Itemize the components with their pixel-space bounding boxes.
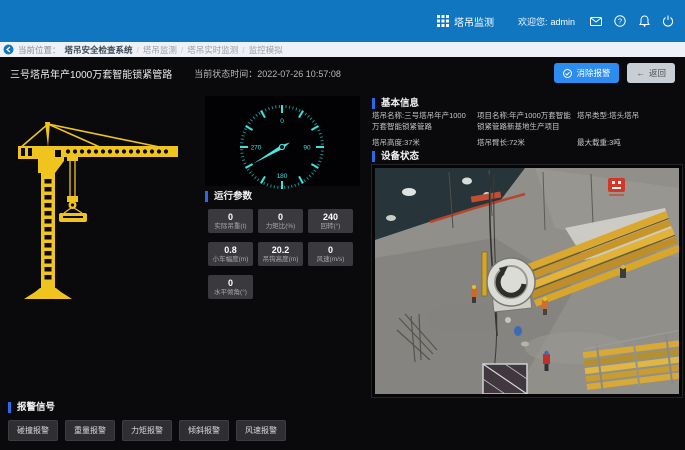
status-time-label: 当前状态时间：: [194, 69, 257, 79]
params-header-label: 运行参数: [214, 191, 252, 202]
info-label: 塔吊臂长:: [477, 138, 509, 147]
welcome-text: 欢迎您:admin: [518, 15, 575, 28]
param-label: 风速(m/s): [317, 256, 345, 263]
device-status-header-label: 设备状态: [381, 151, 419, 162]
info-value: 37米: [404, 138, 420, 147]
alarms-header-label: 报警信号: [17, 402, 55, 413]
wind-alarm-button[interactable]: 风速报警: [236, 420, 286, 441]
alarm-buttons-row: 碰撞报警 重量报警 力矩报警 倾斜报警 风速报警: [8, 420, 286, 441]
params-header: 运行参数: [205, 191, 252, 202]
back-button[interactable]: ← 返回: [627, 63, 675, 83]
info-crane-name: 塔吊名称:三号塔吊年产1000万套智能锁紧管路: [372, 110, 472, 133]
bell-icon[interactable]: [637, 14, 651, 28]
weight-alarm-button[interactable]: 重量报警: [65, 420, 115, 441]
app-brand[interactable]: 塔吊监测: [437, 14, 494, 29]
crane-illustration: [4, 95, 200, 325]
breadcrumb-separator: /: [181, 45, 183, 55]
param-value: 0.8: [224, 246, 237, 255]
info-jib-length: 塔吊臂长:72米: [477, 137, 525, 148]
spreader-bar: [482, 252, 487, 296]
brand-label: 塔吊监测: [454, 14, 494, 29]
welcome-label: 欢迎您:: [518, 17, 548, 27]
compass-label-270: 270: [251, 145, 262, 152]
param-label: 吊钩高度(m): [263, 256, 299, 263]
back-label: 返回: [649, 67, 666, 79]
param-hook-height: 20.2吊钩高度(m): [258, 242, 303, 266]
tilt-alarm-button[interactable]: 倾斜报警: [179, 420, 229, 441]
rotation-compass: 0 90 180 270: [205, 96, 360, 186]
grid-icon: [437, 15, 449, 27]
param-rotation: 240回转(°): [308, 209, 353, 233]
top-navbar: 塔吊监测 欢迎您:admin ?: [0, 0, 685, 42]
mail-icon[interactable]: [589, 14, 603, 28]
info-crane-type: 塔吊类型:塔头塔吊: [577, 110, 682, 121]
back-arrow-icon: ←: [636, 68, 645, 78]
param-value: 0: [228, 213, 233, 222]
breadcrumb: 当前位置： 塔吊安全检查系统 / 塔吊监测 / 塔吊实时监测 / 监控模拟: [0, 42, 685, 57]
param-value: 0: [228, 279, 233, 288]
page-titlebar: 三号塔吊年产1000万套智能锁紧管路 当前状态时间：2022-07-26 10:…: [0, 57, 685, 89]
svg-text:?: ?: [618, 17, 622, 26]
breadcrumb-item-simulation[interactable]: 监控模拟: [249, 44, 283, 56]
info-label: 项目名称:: [477, 111, 509, 120]
info-label: 塔吊高度:: [372, 138, 404, 147]
camera-feed: [372, 165, 682, 397]
info-max-load: 最大载重:3吨: [577, 137, 621, 148]
alarms-header: 报警信号: [8, 402, 55, 413]
breadcrumb-item-monitor[interactable]: 塔吊监测: [143, 44, 177, 56]
app-window: 塔吊监测 欢迎您:admin ? 当前位置： 塔吊安全检查系统 /: [0, 0, 685, 450]
moment-alarm-button[interactable]: 力矩报警: [122, 420, 172, 441]
breadcrumb-item-realtime[interactable]: 塔吊实时监测: [187, 44, 238, 56]
device-status-header: 设备状态: [372, 151, 419, 162]
status-time-value: 2022-07-26 10:57:08: [257, 69, 341, 79]
param-value: 0: [328, 246, 333, 255]
info-label: 最大载重:: [577, 138, 609, 147]
crane-base: [24, 288, 72, 299]
param-wind-speed: 0风速(m/s): [308, 242, 353, 266]
compass-label-180: 180: [277, 173, 288, 180]
power-icon[interactable]: [661, 14, 675, 28]
param-label: 回转(°): [321, 223, 341, 230]
info-project-name: 项目名称:年产1000万套智能锁紧管路新基地生产项目: [477, 110, 573, 133]
clear-alarm-label: 消除报警: [576, 67, 610, 79]
compass-label-0: 0: [280, 118, 284, 125]
info-label: 塔吊名称:: [372, 111, 404, 120]
circle-check-icon: [563, 69, 572, 78]
breadcrumb-separator: /: [242, 45, 244, 55]
info-value: 72米: [509, 138, 525, 147]
breadcrumb-separator: /: [137, 45, 139, 55]
info-label: 塔吊类型:: [577, 111, 609, 120]
location-icon[interactable]: [3, 44, 14, 55]
clear-alarm-button[interactable]: 消除报警: [554, 63, 619, 83]
param-label: 力矩比(%): [266, 223, 296, 230]
param-trolley-range: 0.8小车幅度(m): [208, 242, 253, 266]
param-moment-ratio: 0力矩比(%): [258, 209, 303, 233]
cable-reel: [487, 258, 535, 312]
collision-alarm-button[interactable]: 碰撞报警: [8, 420, 58, 441]
basic-info-header: 基本信息: [372, 98, 419, 109]
param-value: 240: [323, 213, 338, 222]
param-label: 小车幅度(m): [213, 256, 249, 263]
param-value: 20.2: [272, 246, 290, 255]
breadcrumb-location-label: 当前位置：: [18, 44, 61, 56]
params-grid: 0实际吊重(t) 0力矩比(%) 240回转(°) 0.8小车幅度(m) 20.…: [208, 209, 358, 299]
info-crane-height: 塔吊高度:37米: [372, 137, 420, 148]
info-value: 3吨: [609, 138, 621, 147]
param-actual-load: 0实际吊重(t): [208, 209, 253, 233]
help-icon[interactable]: ?: [613, 14, 627, 28]
compass-label-90: 90: [303, 145, 311, 152]
username: admin: [550, 17, 575, 27]
info-value: 塔头塔吊: [609, 111, 639, 120]
basic-info-header-label: 基本信息: [381, 98, 419, 109]
breadcrumb-item-system[interactable]: 塔吊安全检查系统: [65, 44, 133, 56]
param-label: 水平倾角(°): [214, 289, 247, 296]
param-label: 实际吊重(t): [214, 223, 246, 230]
mesh-basket: [483, 364, 527, 394]
param-value: 0: [278, 213, 283, 222]
param-tilt-angle: 0水平倾角(°): [208, 275, 253, 299]
status-time: 当前状态时间：2022-07-26 10:57:08: [194, 67, 341, 80]
crane-name-title: 三号塔吊年产1000万套智能锁紧管路: [10, 66, 172, 81]
